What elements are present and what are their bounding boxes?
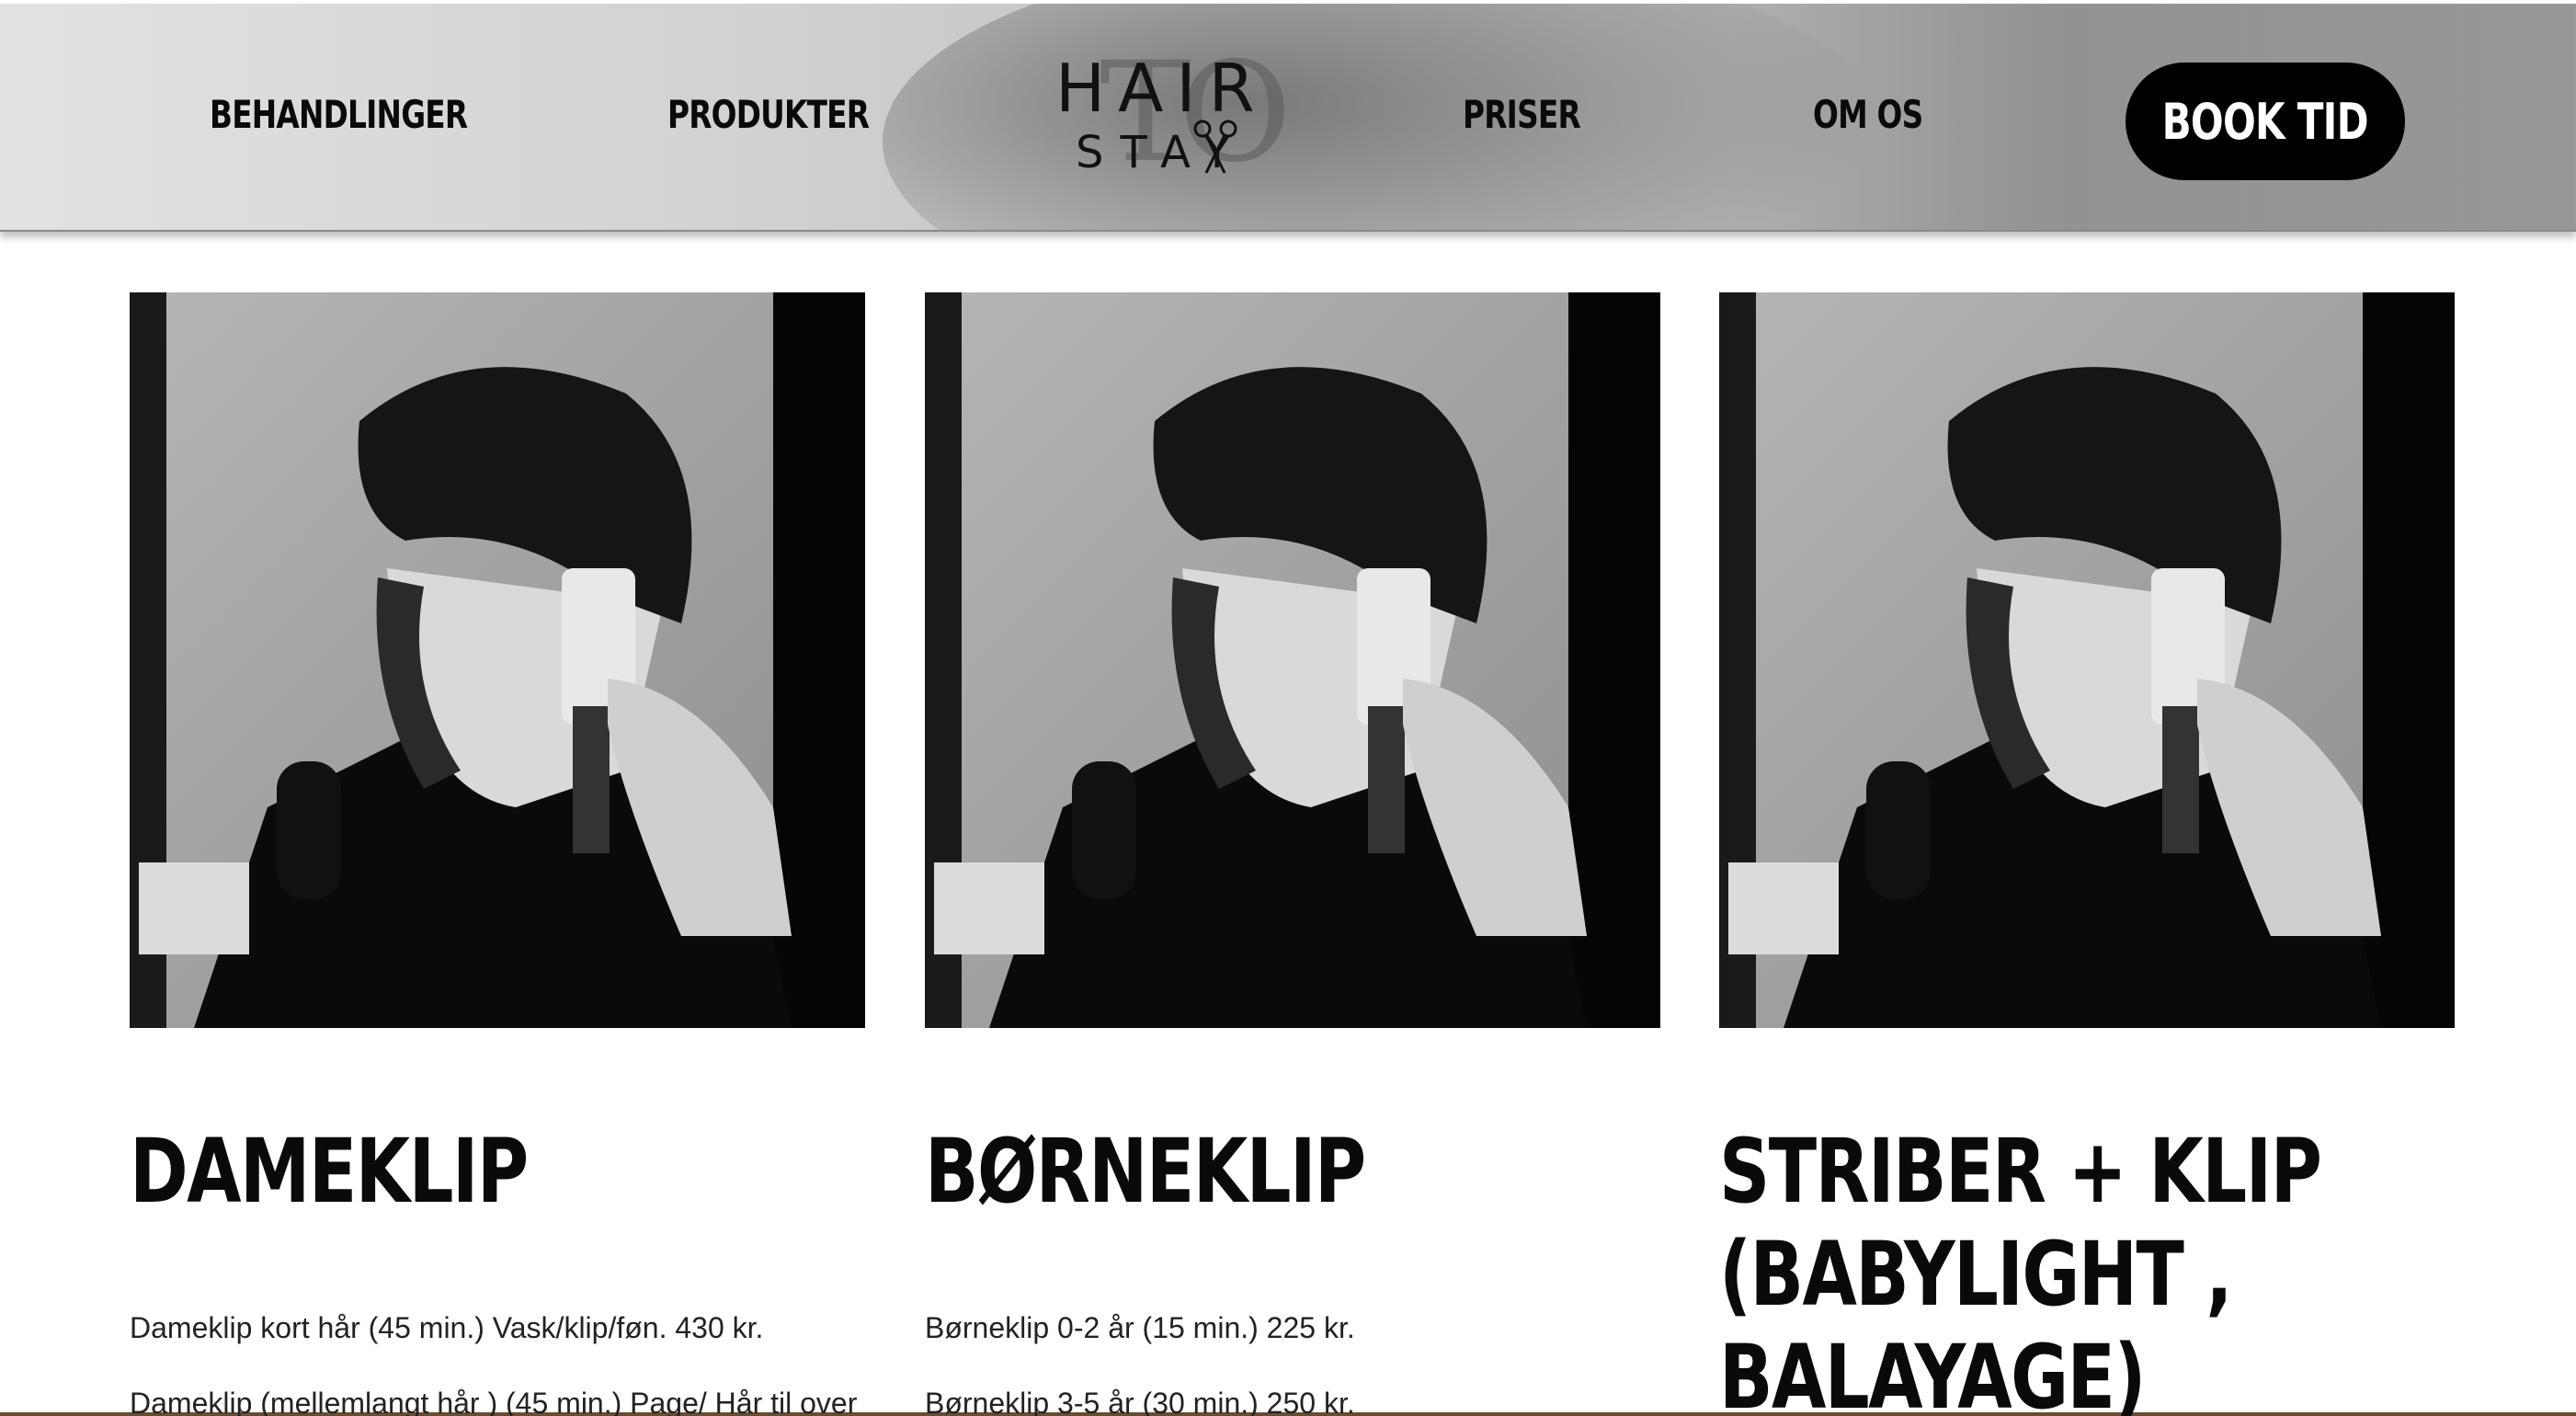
- service-photo: [925, 292, 1660, 1028]
- service-photo: [1719, 292, 2455, 1028]
- service-card-dameklip: DAMEKLIP Dameklip kort hår (45 min.) Vas…: [130, 292, 865, 1416]
- scissors-icon: [1193, 120, 1237, 174]
- nav-om-os[interactable]: OM OS: [1813, 92, 1923, 147]
- card-description-line: Dameklip (mellemlangt hår ) (45 min.) Pa…: [130, 1387, 858, 1416]
- card-description-line: Dameklip kort hår (45 min.) Vask/klip/fø…: [130, 1311, 764, 1344]
- barber-photo-image: [1719, 292, 2455, 1028]
- hair-to-stay-logo[interactable]: TO HAIR STAY: [1048, 44, 1292, 188]
- nav-produkter[interactable]: PRODUKTER: [667, 92, 870, 147]
- service-photo: [130, 292, 865, 1028]
- card-title: BØRNEKLIP: [925, 1120, 1366, 1223]
- service-card-borneklip: BØRNEKLIP Børneklip 0-2 år (15 min.) 225…: [925, 292, 1660, 1416]
- site-header: BEHANDLINGER PRODUKTER TO HAIR STAY PRIS…: [0, 4, 2576, 232]
- card-title: DAMEKLIP: [130, 1120, 529, 1223]
- service-card-striber-klip: STRIBER + KLIP (BABYLIGHT , BALAYAGE): [1719, 292, 2455, 1416]
- book-tid-label: BOOK TID: [2161, 92, 2369, 151]
- nav-behandlinger[interactable]: BEHANDLINGER: [210, 92, 468, 147]
- barber-photo-image: [925, 292, 1660, 1028]
- book-tid-button[interactable]: BOOK TID: [2126, 63, 2405, 180]
- card-title: STRIBER + KLIP (BABYLIGHT , BALAYAGE): [1719, 1120, 2322, 1416]
- card-description-line: Børneklip 3-5 år (30 min.) 250 kr.: [925, 1387, 1355, 1416]
- card-description-line: Børneklip 0-2 år (15 min.) 225 kr.: [925, 1311, 1355, 1344]
- logo-word-top: HAIR: [1055, 50, 1268, 127]
- barber-photo-image: [130, 292, 865, 1028]
- nav-priser[interactable]: PRISER: [1463, 92, 1581, 147]
